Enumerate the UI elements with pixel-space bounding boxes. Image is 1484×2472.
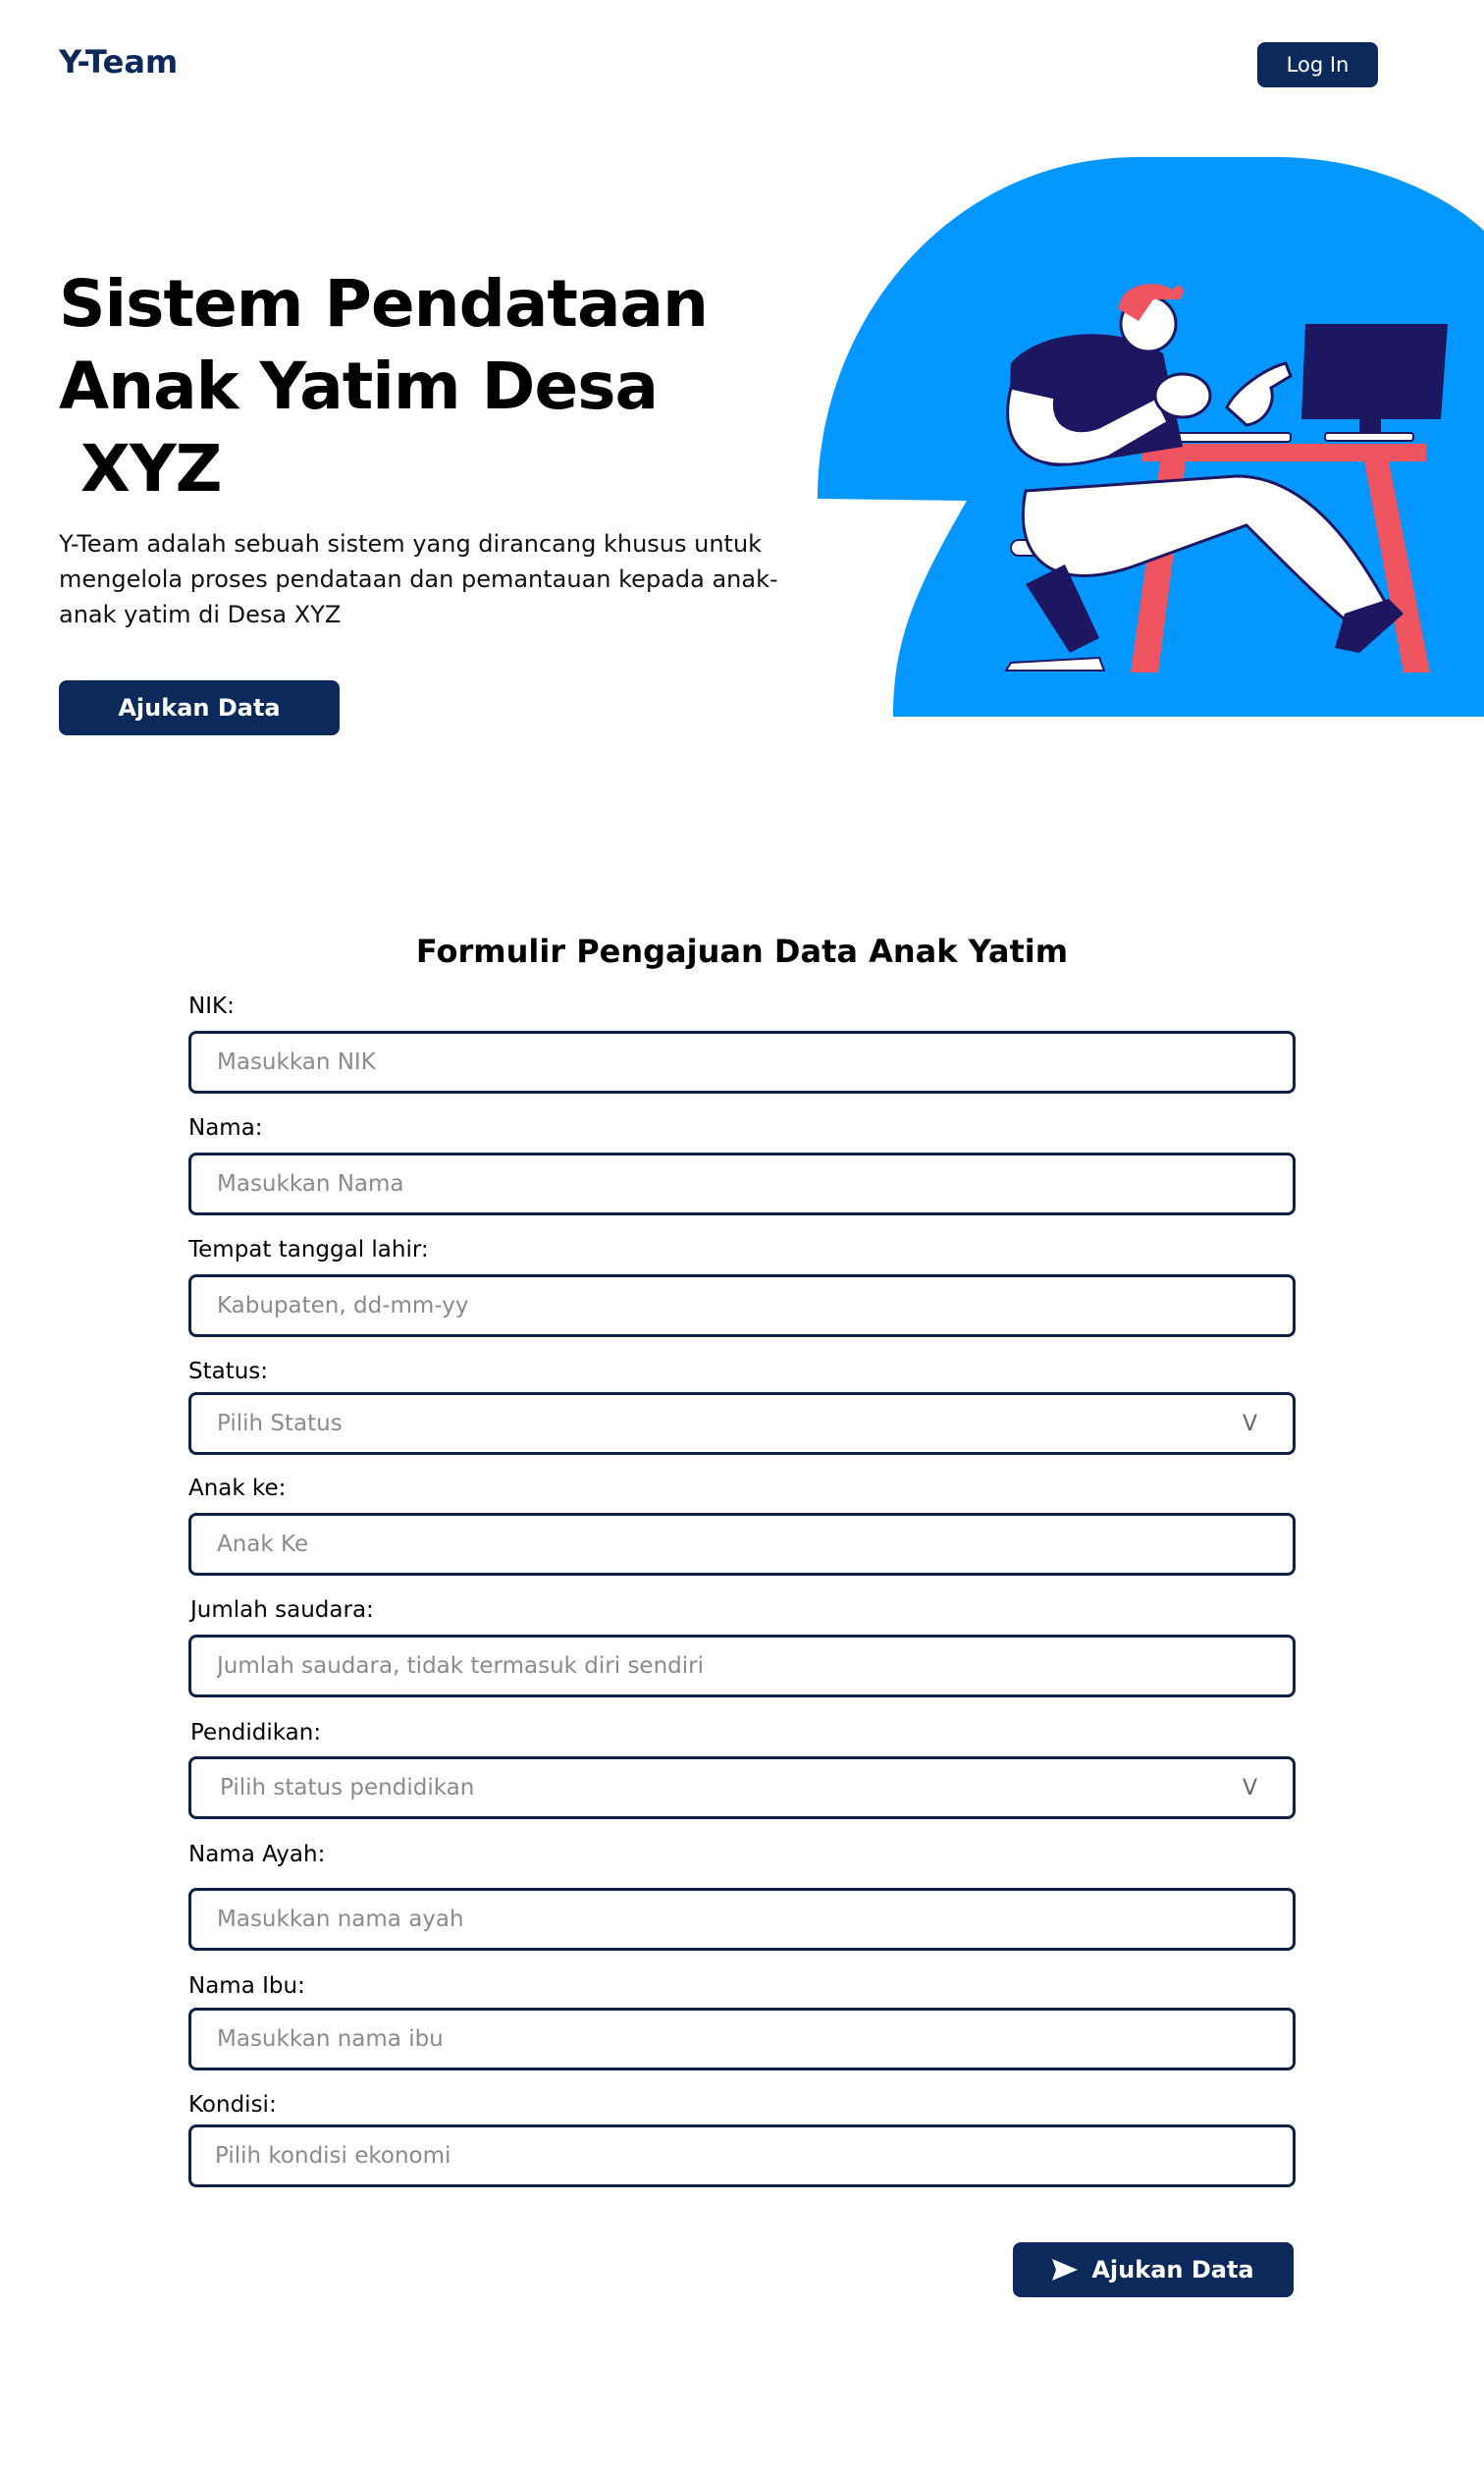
nik-label: NIK:	[188, 994, 235, 1019]
form-submit-button[interactable]: Ajukan Data	[1013, 2242, 1294, 2297]
hero-title: Sistem Pendataan Anak Yatim Desa XYZ	[59, 263, 766, 511]
form-submit-label: Ajukan Data	[1091, 2256, 1254, 2284]
logo[interactable]: Y-Team	[59, 43, 178, 81]
chevron-down-icon: V	[1242, 1411, 1257, 1436]
hero-illustration	[818, 157, 1484, 717]
kondisi-input[interactable]	[188, 2124, 1296, 2187]
hero-title-line-1: Sistem Pendataan	[59, 266, 709, 342]
chevron-down-icon: V	[1242, 1775, 1257, 1800]
ttl-label: Tempat tanggal lahir:	[188, 1237, 429, 1263]
hero-description: Y-Team adalah sebuah sistem yang diranca…	[59, 530, 778, 628]
anak-ke-input[interactable]	[188, 1513, 1296, 1576]
hero-submit-button[interactable]: Ajukan Data	[59, 680, 340, 735]
ttl-input[interactable]	[188, 1274, 1296, 1337]
nama-ibu-input[interactable]	[188, 2008, 1296, 2070]
form-title: Formulir Pengajuan Data Anak Yatim	[415, 933, 1069, 970]
pendidikan-select[interactable]: Pilih status pendidikan V	[188, 1756, 1296, 1819]
status-select[interactable]: Pilih Status V	[188, 1392, 1296, 1455]
site-header: Y-Team Log In	[0, 0, 1484, 128]
nama-label: Nama:	[188, 1115, 263, 1141]
pendidikan-select-value: Pilih status pendidikan	[220, 1775, 475, 1800]
nama-ibu-label: Nama Ibu:	[188, 1973, 305, 1999]
jumlah-saudara-input[interactable]	[188, 1635, 1296, 1697]
status-label: Status:	[188, 1359, 269, 1384]
nama-input[interactable]	[188, 1153, 1296, 1215]
kondisi-label: Kondisi:	[188, 2092, 277, 2118]
hero-title-line-3: XYZ	[59, 431, 223, 507]
anak-ke-label: Anak ke:	[188, 1476, 287, 1501]
send-icon	[1052, 2259, 1079, 2281]
jumlah-saudara-label: Jumlah saudara:	[190, 1597, 374, 1623]
login-button[interactable]: Log In	[1257, 42, 1378, 87]
nama-ayah-label: Nama Ayah:	[188, 1842, 326, 1867]
pendidikan-label: Pendidikan:	[190, 1720, 322, 1746]
status-select-value: Pilih Status	[217, 1411, 343, 1436]
nik-input[interactable]	[188, 1031, 1296, 1094]
hero-title-line-2: Anak Yatim Desa	[59, 349, 659, 424]
nama-ayah-input[interactable]	[188, 1888, 1296, 1951]
